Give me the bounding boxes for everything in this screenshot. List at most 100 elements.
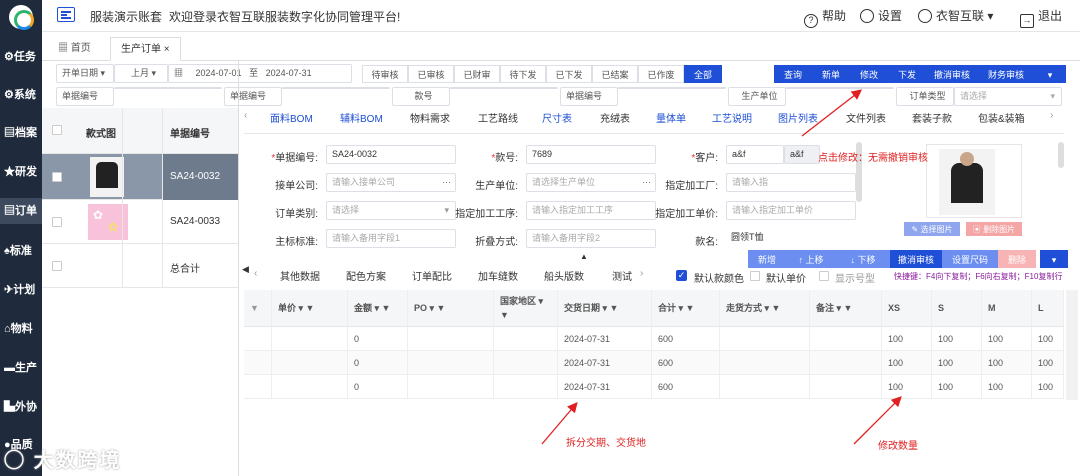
grid-cell[interactable]: 100 [982, 351, 1032, 375]
status-tab-issued[interactable]: 已下发 [546, 65, 592, 83]
delete-row-button[interactable]: 删除 [998, 250, 1036, 268]
grid-cell[interactable]: 100 [932, 327, 982, 351]
subtab-test[interactable]: 测试 [612, 268, 632, 283]
settings-button[interactable]: 设置 [860, 7, 902, 24]
sidebar-item-order[interactable]: ▤订单 [0, 198, 42, 224]
grid-cell[interactable] [494, 351, 558, 375]
grid-cell[interactable]: 0 [348, 327, 408, 351]
default-price-checkbox[interactable] [750, 271, 760, 281]
sidebar-item-task[interactable]: ⚙任务 [0, 44, 42, 70]
prod-unit-filter-input[interactable] [786, 87, 894, 89]
grid-cell[interactable] [272, 327, 348, 351]
set-size-button[interactable]: 设置尺码 [942, 250, 998, 268]
grid-cell[interactable]: 2024-07-31 [558, 327, 652, 351]
user-menu[interactable]: 衣智互联 ▾ [918, 7, 993, 24]
grid-cell[interactable]: 100 [882, 351, 932, 375]
open-date-select[interactable]: 开单日期 ▾ [56, 64, 114, 83]
recv-company-field[interactable]: 请输入接单公司 ··· [326, 173, 456, 192]
row-checkbox[interactable] [52, 217, 62, 227]
table-row[interactable]: ✿ ✿ SA24-0033 [42, 200, 238, 244]
tab-trim-bom[interactable]: 辅料BOM [340, 110, 383, 125]
grid-cell[interactable]: 100 [1032, 327, 1064, 351]
sidebar-item-archive[interactable]: ▤档案 [0, 120, 42, 146]
customer-field-2[interactable]: a&f [784, 145, 820, 164]
doc-no-filter-input-3[interactable] [618, 87, 726, 89]
grid-cell[interactable] [494, 327, 558, 351]
sidebar-item-standard[interactable]: ♠标准 [0, 238, 42, 264]
logout-button[interactable]: → 退出 [1020, 7, 1062, 28]
grid-cell[interactable]: 100 [1032, 375, 1064, 399]
row-checkbox[interactable] [52, 172, 62, 182]
default-color-checkbox[interactable]: ✓ [676, 270, 687, 281]
move-down-button[interactable]: ↓ 下移 [836, 250, 890, 268]
subtabs-left-icon[interactable]: ‹ [254, 268, 257, 279]
status-tab-void[interactable]: 已作废 [638, 65, 684, 83]
grid-cell[interactable] [272, 351, 348, 375]
unit-price-field[interactable]: 请输入指定加工单价 [726, 201, 856, 220]
grid-cell[interactable]: 2024-07-31 [558, 351, 652, 375]
table-row[interactable]: SA24-0032 [42, 154, 238, 200]
status-tab-pending[interactable]: 待审核 [362, 65, 408, 83]
tab-fabric-bom[interactable]: 面料BOM [270, 110, 313, 125]
table-row[interactable]: 0 2024-07-31 600 100 100 100 100 [244, 351, 1064, 375]
subtab-other-data[interactable]: 其他数据 [280, 268, 320, 283]
menu-toggle-icon[interactable] [57, 7, 75, 22]
tab-image-list[interactable]: 图片列表 [778, 110, 818, 125]
tab-home[interactable]: ▦ 首页 [48, 37, 101, 61]
status-tab-closed[interactable]: 已结案 [592, 65, 638, 83]
new-button[interactable]: 新单 [812, 65, 850, 83]
move-up-button[interactable]: ↑ 上移 [786, 250, 836, 268]
date-range-input[interactable]: ▦ 2024-07-01 至 2024-07-31 [168, 64, 352, 83]
sidebar-item-outsource[interactable]: ▙外协 [0, 394, 42, 420]
process-field[interactable]: 请输入指定加工工序 [526, 201, 656, 220]
grid-cell[interactable]: 600 [652, 327, 720, 351]
issue-button[interactable]: 下发 [888, 65, 926, 83]
tab-measurement[interactable]: 量体单 [656, 110, 686, 125]
revoke-approval-button[interactable]: 撤消审核 [926, 65, 978, 83]
tab-packing[interactable]: 包装&装箱 [978, 110, 1025, 125]
modify-button[interactable]: 修改 [850, 65, 888, 83]
grid-cell[interactable]: 2024-07-31 [558, 375, 652, 399]
grid-cell[interactable] [720, 327, 810, 351]
filter-icon[interactable]: ▼ [244, 290, 272, 327]
grid-cell[interactable]: 600 [652, 351, 720, 375]
grid-cell[interactable]: 100 [882, 375, 932, 399]
sidebar-item-plan[interactable]: ✈计划 [0, 277, 42, 303]
order-type-filter-select[interactable]: 请选择 ▾ [954, 87, 1062, 106]
status-tab-fin-approved[interactable]: 已财审 [454, 65, 500, 83]
grid-cell[interactable] [408, 351, 494, 375]
tab-size-chart[interactable]: 尺寸表 [542, 110, 572, 125]
grid-cell[interactable] [494, 375, 558, 399]
more-actions-button[interactable]: ▾ [1034, 65, 1066, 83]
status-tab-to-issue[interactable]: 待下发 [500, 65, 546, 83]
tab-process-desc[interactable]: 工艺说明 [712, 110, 752, 125]
show-size-checkbox[interactable] [819, 271, 829, 281]
grid-cell[interactable]: 600 [652, 375, 720, 399]
tab-suit-items[interactable]: 套装子款 [912, 110, 952, 125]
sub-more-button[interactable]: ▾ [1040, 250, 1068, 268]
tabs-scroll-right-icon[interactable]: › [1050, 110, 1053, 121]
collapse-up-icon[interactable]: ▲ [580, 252, 588, 261]
delete-image-button[interactable]: ▣ 删除图片 [966, 222, 1022, 236]
row-checkbox[interactable] [52, 261, 62, 271]
grid-cell[interactable] [810, 375, 882, 399]
style-field[interactable]: 7689 [526, 145, 656, 164]
factory-field[interactable]: 请输入指 [726, 173, 856, 192]
grid-cell[interactable]: 100 [932, 375, 982, 399]
sidebar-item-production[interactable]: ▬生产 [0, 355, 42, 381]
sub-revoke-approval-button[interactable]: 撤消审核 [890, 250, 942, 268]
table-row[interactable]: 0 2024-07-31 600 100 100 100 100 [244, 375, 1064, 399]
grid-cell[interactable] [272, 375, 348, 399]
grid-cell[interactable] [408, 327, 494, 351]
order-type-field[interactable]: 请选择 ▾ [326, 201, 456, 220]
grid-cell[interactable] [720, 351, 810, 375]
tab-process-route[interactable]: 工艺路线 [478, 110, 518, 125]
subtab-sewing-count[interactable]: 加车缝数 [478, 268, 518, 283]
tab-production-order[interactable]: 生产订单 × [110, 37, 181, 61]
grid-cell[interactable]: 100 [932, 351, 982, 375]
grid-cell[interactable]: 100 [982, 375, 1032, 399]
image-scrollbar[interactable] [1058, 142, 1064, 168]
subtab-bow-versions[interactable]: 船头版数 [544, 268, 584, 283]
grid-cell[interactable] [720, 375, 810, 399]
status-tab-all[interactable]: 全部 [684, 65, 722, 83]
